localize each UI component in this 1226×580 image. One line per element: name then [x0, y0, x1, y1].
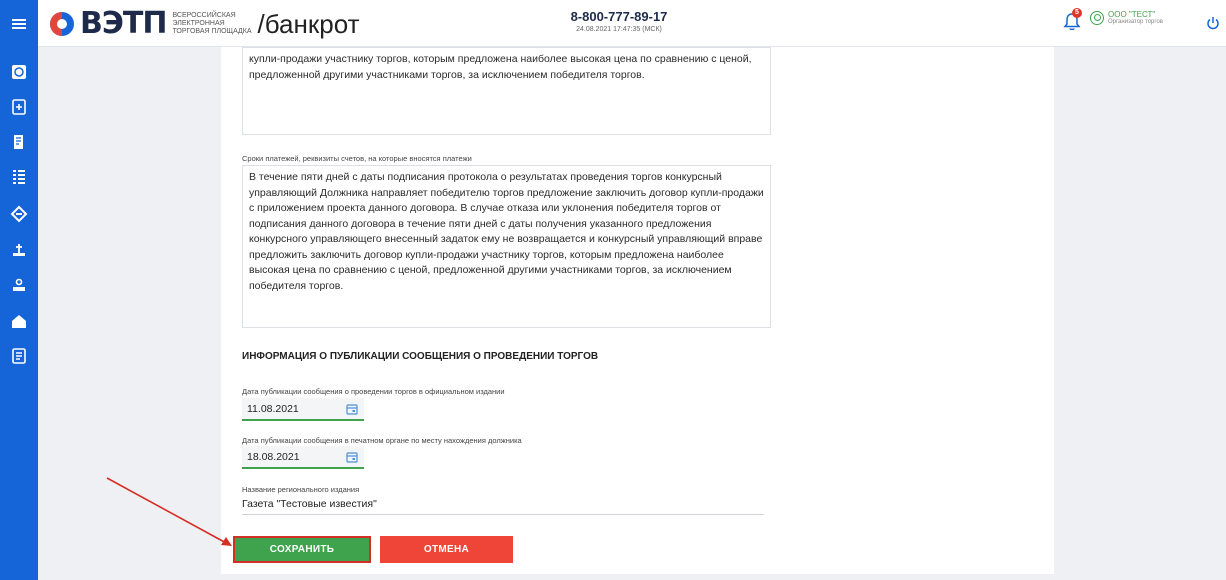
- calendar-icon[interactable]: [346, 451, 358, 463]
- report-icon: [12, 348, 26, 364]
- sidebar-item-trades[interactable]: [9, 204, 29, 224]
- logo-subtitle: ВСЕРОССИЙСКАЯ ЭЛЕКТРОННАЯ ТОРГОВАЯ ПЛОЩА…: [172, 12, 251, 36]
- user-icon: [1090, 10, 1104, 25]
- cancel-button[interactable]: ОТМЕНА: [380, 536, 513, 563]
- notifications-button[interactable]: 5: [1062, 8, 1084, 34]
- power-icon: [1207, 17, 1219, 30]
- contact-block: 8-800-777-89-17 24.08.2021 17:47:35 (МСК…: [544, 9, 694, 33]
- payment-terms-label: Сроки платежей, реквизиты счетов, на кот…: [242, 154, 472, 163]
- sidebar-item-catalog[interactable]: [9, 62, 29, 82]
- user-name: ООО "ТЕСТ": [1108, 10, 1156, 19]
- official-pub-date-value: 11.08.2021: [247, 403, 299, 415]
- sidebar: [0, 47, 38, 580]
- document-add-icon: [12, 99, 26, 115]
- user-menu[interactable]: ООО "ТЕСТ" Организатор торгов: [1090, 10, 1163, 25]
- house-icon: [12, 315, 26, 328]
- logo-text: ВЭТП: [80, 6, 167, 41]
- gavel-icon: [10, 205, 28, 223]
- regional-edition-label: Название регионального издания: [242, 485, 360, 494]
- scale-icon: [13, 244, 25, 256]
- list-icon: [13, 170, 25, 184]
- section-name: /банкрот: [257, 9, 360, 39]
- site-logo[interactable]: ВЭТП ВСЕРОССИЙСКАЯ ЭЛЕКТРОННАЯ ТОРГОВАЯ …: [50, 8, 359, 40]
- logout-button[interactable]: [1206, 16, 1220, 30]
- textarea-text: В течение пяти дней с даты подписания пр…: [249, 171, 764, 292]
- sidebar-item-reports[interactable]: [9, 346, 29, 366]
- textarea-text: купли-продажи участнику торгов, которым …: [249, 53, 752, 81]
- sidebar-item-auctions[interactable]: [9, 275, 29, 295]
- logo-mark-icon: [50, 12, 74, 36]
- user-role: Организатор торгов: [1108, 19, 1163, 25]
- sidebar-item-contracts[interactable]: [9, 132, 29, 152]
- official-pub-date-field[interactable]: 11.08.2021: [242, 398, 364, 421]
- print-pub-date-label: Дата публикации сообщения в печатном орг…: [242, 436, 522, 445]
- top-bar: ВЭТП ВСЕРОССИЙСКАЯ ЭЛЕКТРОННАЯ ТОРГОВАЯ …: [0, 0, 1226, 47]
- sidebar-item-lists[interactable]: [9, 167, 29, 187]
- print-pub-date-value: 18.08.2021: [247, 451, 300, 463]
- sidebar-item-create[interactable]: [9, 97, 29, 117]
- regional-edition-value: Газета "Тестовые известия": [242, 498, 377, 510]
- logo-sub-line: ВСЕРОССИЙСКАЯ: [172, 12, 236, 19]
- phone-number: 8-800-777-89-17: [570, 9, 668, 24]
- logo-sub-line: ЭЛЕКТРОННАЯ: [172, 20, 225, 27]
- hamburger-icon: [12, 18, 26, 29]
- logo-sub-line: ТОРГОВАЯ ПЛОЩАДКА: [172, 28, 252, 35]
- sidebar-item-bids[interactable]: [9, 240, 29, 260]
- contract-icon: [14, 135, 23, 149]
- globe-icon: [12, 65, 26, 79]
- notification-count-badge: 5: [1072, 8, 1082, 18]
- lot-conditions-textarea[interactable]: купли-продажи участнику торгов, которым …: [242, 47, 771, 135]
- publication-section-title: ИНФОРМАЦИЯ О ПУБЛИКАЦИИ СООБЩЕНИЯ О ПРОВ…: [242, 351, 599, 362]
- server-datetime: 24.08.2021 17:47:35 (МСК): [576, 26, 662, 33]
- regional-edition-input[interactable]: Газета "Тестовые известия": [242, 496, 764, 515]
- official-pub-date-label: Дата публикации сообщения о проведении т…: [242, 387, 505, 396]
- payment-terms-textarea[interactable]: В течение пяти дней с даты подписания пр…: [242, 165, 771, 328]
- auction-icon: [13, 278, 25, 291]
- sidebar-item-property[interactable]: [9, 311, 29, 331]
- calendar-icon[interactable]: [346, 403, 358, 415]
- save-button[interactable]: СОХРАНИТЬ: [233, 536, 371, 563]
- print-pub-date-field[interactable]: 18.08.2021: [242, 446, 364, 469]
- menu-toggle-button[interactable]: [0, 0, 38, 47]
